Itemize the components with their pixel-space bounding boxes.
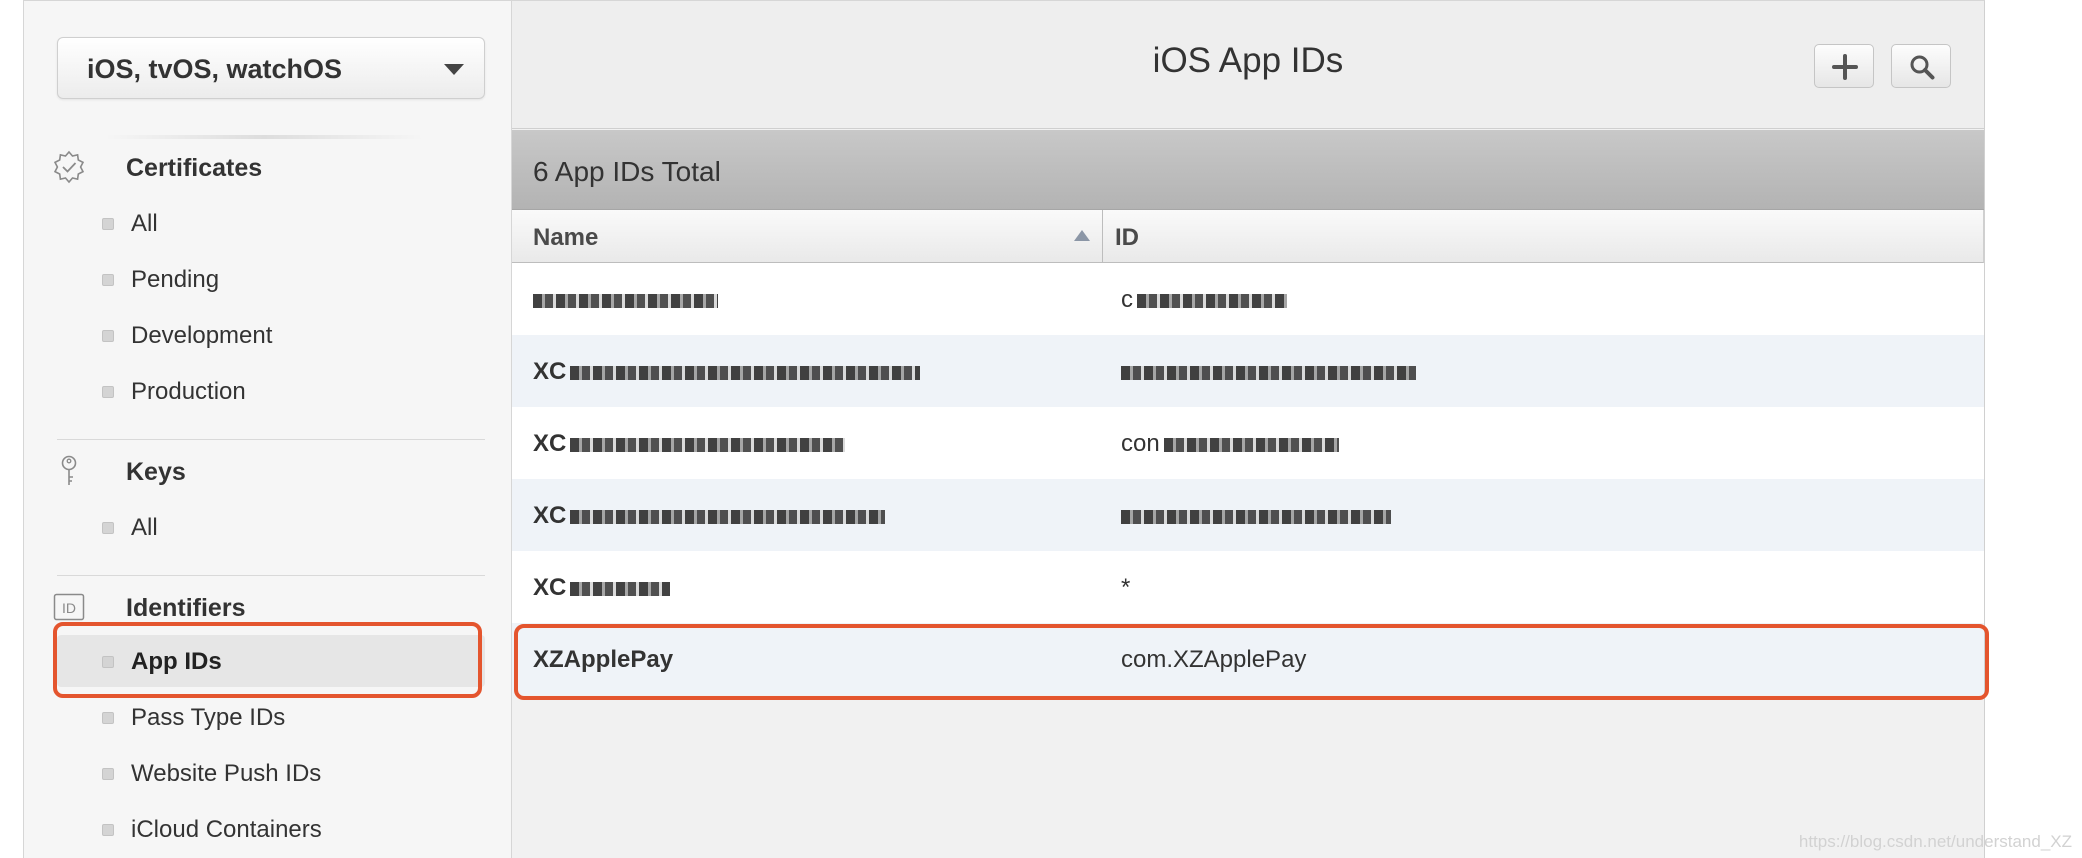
column-header-label: ID (1115, 224, 1139, 251)
table-header: Name ID (512, 210, 1984, 263)
sidebar-item-pass-type-ids[interactable]: Pass Type IDs (57, 691, 485, 743)
redacted-block (1121, 509, 1391, 524)
cell-name (533, 286, 718, 314)
cell-name: XC (533, 358, 921, 386)
sidebar-item-website-push-ids[interactable]: Website Push IDs (57, 747, 485, 799)
redacted-block (1121, 365, 1416, 380)
column-header-label: Name (533, 224, 599, 251)
main-header: iOS App IDs (512, 1, 1984, 129)
id-icon-text: ID (62, 600, 76, 616)
table-row[interactable]: c (512, 263, 1984, 335)
sidebar-item-label: All (131, 210, 158, 237)
cell-name: XC (533, 430, 846, 458)
sidebar-item-certificates-development[interactable]: Development (57, 309, 485, 361)
sidebar-item-certificates-all[interactable]: All (57, 197, 485, 249)
bullet-icon (102, 824, 114, 836)
sidebar-item-certificates-pending[interactable]: Pending (57, 253, 485, 305)
section-label-keys: Keys (126, 458, 186, 486)
cell-name: XZApplePay (533, 646, 674, 673)
bullet-icon (102, 768, 114, 780)
divider (57, 575, 485, 576)
cell-id (1121, 502, 1391, 530)
search-button[interactable] (1891, 44, 1951, 88)
total-bar: 6 App IDs Total (512, 130, 1984, 210)
sidebar-item-certificates-production[interactable]: Production (57, 365, 485, 417)
bullet-icon (102, 656, 114, 668)
cell-id: com.XZApplePay (1121, 646, 1307, 673)
sidebar-item-label: iCloud Containers (131, 816, 322, 843)
bullet-icon (102, 218, 114, 230)
developer-portal: iOS, tvOS, watchOS Certificates All Pend… (0, 0, 2082, 858)
select-shadow (104, 135, 424, 139)
certificate-badge-icon (52, 150, 86, 184)
redacted-block (1163, 437, 1339, 452)
plus-icon (1832, 54, 1858, 80)
bullet-icon (102, 712, 114, 724)
cell-id: c (1121, 286, 1287, 314)
table-row-xzapplepay[interactable]: XZApplePay com.XZApplePay (512, 623, 1984, 695)
search-icon (1910, 55, 1935, 80)
sidebar: iOS, tvOS, watchOS Certificates All Pend… (23, 0, 512, 858)
cell-id: con (1121, 430, 1339, 458)
sidebar-item-label: App IDs (131, 648, 222, 675)
sidebar-item-label: All (131, 514, 158, 541)
redacted-block (570, 437, 846, 452)
sort-ascending-icon (1074, 230, 1090, 241)
platform-select[interactable]: iOS, tvOS, watchOS (57, 37, 485, 99)
table-row[interactable]: XC con (512, 407, 1984, 479)
sidebar-item-app-ids[interactable]: App IDs (57, 635, 485, 687)
cell-name: XC (533, 574, 671, 602)
sidebar-item-label: Pending (131, 266, 220, 293)
main-panel: iOS App IDs 6 App IDs Total Name ID c XC… (512, 0, 1985, 858)
redacted-block (570, 581, 671, 596)
section-label-identifiers: Identifiers (126, 594, 246, 622)
id-icon: ID (52, 590, 86, 624)
sidebar-item-label: Production (131, 378, 246, 405)
redacted-block (570, 365, 921, 380)
sidebar-item-label: Pass Type IDs (131, 704, 286, 731)
sidebar-item-label: Website Push IDs (131, 760, 322, 787)
cell-name: XC (533, 502, 886, 530)
table-row[interactable]: XC (512, 479, 1984, 551)
redacted-block (570, 509, 886, 524)
redacted-block (1137, 293, 1287, 308)
bullet-icon (102, 522, 114, 534)
sidebar-item-icloud-containers[interactable]: iCloud Containers (57, 803, 485, 855)
platform-select-label: iOS, tvOS, watchOS (87, 54, 343, 84)
total-count: 6 App IDs Total (533, 156, 721, 187)
watermark: https://blog.csdn.net/understand_XZ (1798, 832, 2072, 851)
table-row[interactable]: XC * (512, 551, 1984, 623)
cell-id: * (1121, 574, 1131, 601)
add-app-id-button[interactable] (1814, 44, 1874, 88)
page-title: iOS App IDs (1152, 41, 1344, 80)
table-row[interactable]: XC (512, 335, 1984, 407)
sidebar-item-label: Development (131, 322, 273, 349)
bullet-icon (102, 330, 114, 342)
column-header-id[interactable]: ID (1103, 210, 1983, 262)
divider (57, 439, 485, 440)
bullet-icon (102, 274, 114, 286)
chevron-down-icon (444, 64, 464, 75)
section-label-certificates: Certificates (126, 154, 263, 182)
redacted-block (533, 293, 718, 308)
sidebar-item-keys-all[interactable]: All (57, 501, 485, 553)
key-icon (52, 454, 86, 488)
cell-id (1121, 358, 1416, 386)
column-header-name[interactable]: Name (512, 210, 1103, 262)
bullet-icon (102, 386, 114, 398)
